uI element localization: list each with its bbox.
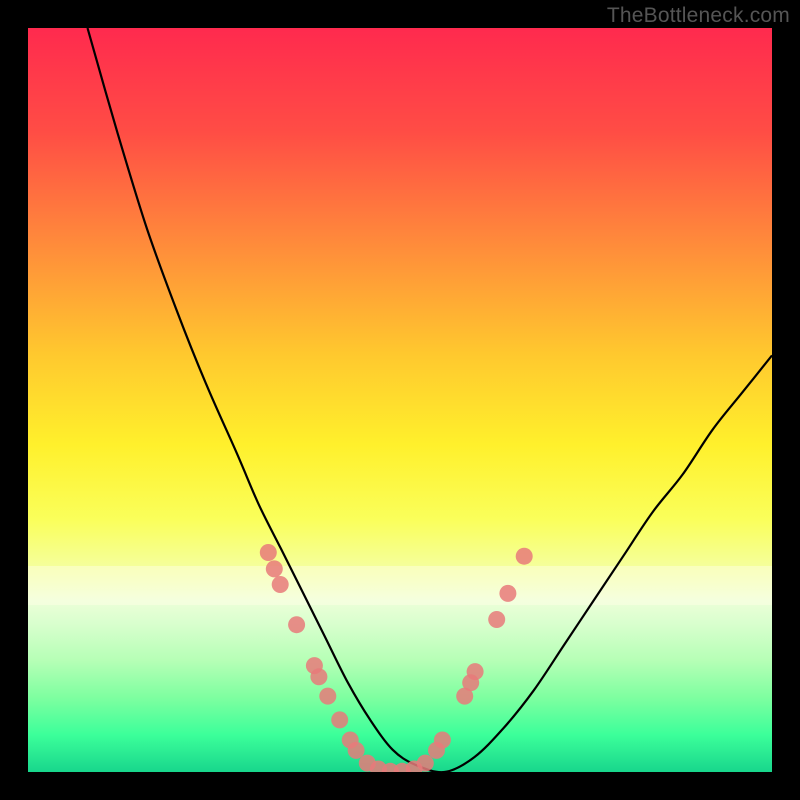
marker-dot <box>516 548 533 565</box>
marker-dot <box>310 668 327 685</box>
marker-dot <box>266 560 283 577</box>
marker-dot <box>499 585 516 602</box>
marker-dot <box>331 711 348 728</box>
bottleneck-curve <box>88 28 773 772</box>
marker-dot <box>417 755 434 772</box>
watermark-label: TheBottleneck.com <box>607 4 790 28</box>
chart-frame: TheBottleneck.com <box>0 0 800 800</box>
curve-layer <box>28 28 772 772</box>
marker-dot <box>288 616 305 633</box>
marker-dots <box>260 544 533 772</box>
marker-dot <box>260 544 277 561</box>
marker-dot <box>348 742 365 759</box>
marker-dot <box>467 663 484 680</box>
marker-dot <box>434 732 451 749</box>
marker-dot <box>488 611 505 628</box>
marker-dot <box>272 576 289 593</box>
marker-dot <box>319 688 336 705</box>
plot-area <box>28 28 772 772</box>
